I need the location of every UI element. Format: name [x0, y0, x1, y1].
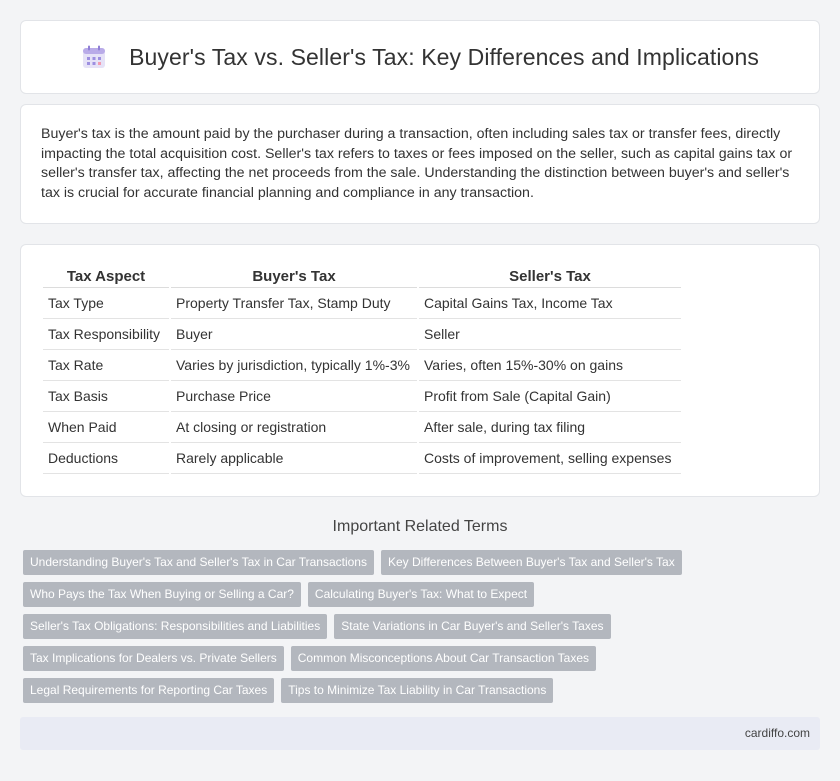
table-cell: Capital Gains Tax, Income Tax	[419, 288, 681, 319]
table-cell: Property Transfer Tax, Stamp Duty	[171, 288, 417, 319]
table-cell: Costs of improvement, selling expenses	[419, 443, 681, 474]
table-row: Tax Responsibility Buyer Seller	[43, 319, 681, 350]
table-cell: Profit from Sale (Capital Gain)	[419, 381, 681, 412]
table-cell: Seller	[419, 319, 681, 350]
table-row: Deductions Rarely applicable Costs of im…	[43, 443, 681, 474]
table-cell: Tax Basis	[43, 381, 169, 412]
related-terms-tags: Understanding Buyer's Tax and Seller's T…	[23, 550, 723, 710]
table-cell: Varies, often 15%-30% on gains	[419, 350, 681, 381]
intro-card: Buyer's tax is the amount paid by the pu…	[20, 104, 820, 224]
column-header: Buyer's Tax	[171, 265, 417, 288]
related-term-tag[interactable]: Tips to Minimize Tax Liability in Car Tr…	[281, 678, 554, 703]
column-header: Tax Aspect	[43, 265, 169, 288]
table-cell: Tax Responsibility	[43, 319, 169, 350]
table-cell: At closing or registration	[171, 412, 417, 443]
related-term-tag[interactable]: Seller's Tax Obligations: Responsibiliti…	[23, 614, 328, 639]
related-term-tag[interactable]: Key Differences Between Buyer's Tax and …	[380, 550, 682, 575]
table-row: Tax Rate Varies by jurisdiction, typical…	[43, 350, 681, 381]
footer-site-link[interactable]: cardiffo.com	[745, 726, 810, 740]
column-header: Seller's Tax	[419, 265, 681, 288]
related-term-tag[interactable]: Common Misconceptions About Car Transact…	[290, 646, 597, 671]
header-card: Buyer's Tax vs. Seller's Tax: Key Differ…	[20, 20, 820, 94]
page-title: Buyer's Tax vs. Seller's Tax: Key Differ…	[129, 43, 759, 70]
table-cell: When Paid	[43, 412, 169, 443]
intro-text: Buyer's tax is the amount paid by the pu…	[41, 126, 793, 201]
table-cell: Tax Rate	[43, 350, 169, 381]
related-term-tag[interactable]: Tax Implications for Dealers vs. Private…	[23, 646, 284, 671]
footer: cardiffo.com	[20, 717, 820, 750]
table-row: Tax Basis Purchase Price Profit from Sal…	[43, 381, 681, 412]
comparison-table: Tax Aspect Buyer's Tax Seller's Tax Tax …	[41, 265, 683, 474]
table-cell: After sale, during tax filing	[419, 412, 681, 443]
related-term-tag[interactable]: Understanding Buyer's Tax and Seller's T…	[23, 550, 374, 575]
table-cell: Deductions	[43, 443, 169, 474]
table-cell: Rarely applicable	[171, 443, 417, 474]
related-term-tag[interactable]: Legal Requirements for Reporting Car Tax…	[23, 678, 275, 703]
table-row: When Paid At closing or registration Aft…	[43, 412, 681, 443]
table-cell: Purchase Price	[171, 381, 417, 412]
table-row: Tax Type Property Transfer Tax, Stamp Du…	[43, 288, 681, 319]
related-term-tag[interactable]: Calculating Buyer's Tax: What to Expect	[307, 582, 535, 607]
related-term-tag[interactable]: Who Pays the Tax When Buying or Selling …	[23, 582, 301, 607]
related-terms-title: Important Related Terms	[332, 518, 508, 535]
comparison-table-card: Tax Aspect Buyer's Tax Seller's Tax Tax …	[20, 244, 820, 497]
table-cell: Tax Type	[43, 288, 169, 319]
table-cell: Buyer	[171, 319, 417, 350]
related-term-tag[interactable]: State Variations in Car Buyer's and Sell…	[334, 614, 611, 639]
table-header-row: Tax Aspect Buyer's Tax Seller's Tax	[43, 265, 681, 288]
table-cell: Varies by jurisdiction, typically 1%-3%	[171, 350, 417, 381]
calendar-icon	[83, 45, 106, 68]
related-terms-section: Important Related Terms	[0, 518, 840, 536]
